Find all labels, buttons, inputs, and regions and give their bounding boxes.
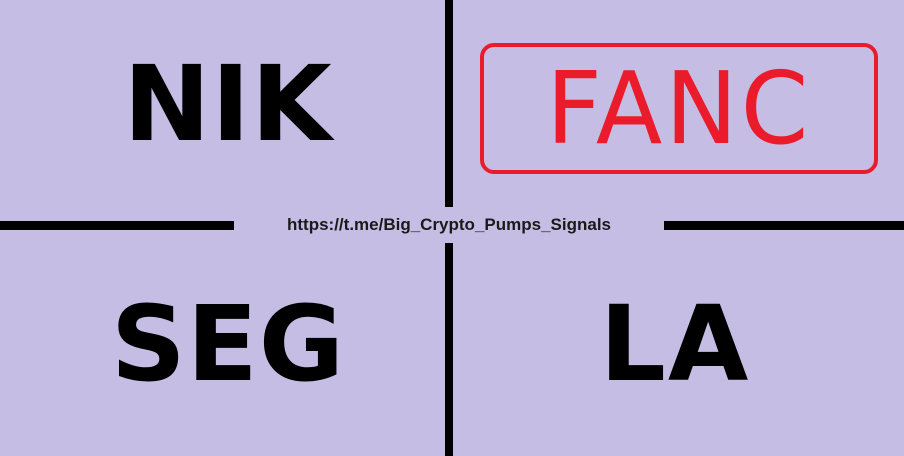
- canvas: NIK FANC https://t.me/Big_Crypto_Pumps_S…: [0, 0, 904, 456]
- horizontal-divider-right: [664, 221, 904, 230]
- top-left-label: NIK: [123, 43, 333, 165]
- vertical-divider-top: [445, 0, 453, 207]
- vertical-divider-bottom: [445, 243, 453, 456]
- center-link[interactable]: https://t.me/Big_Crypto_Pumps_Signals: [234, 213, 664, 237]
- horizontal-divider-left: [0, 221, 234, 230]
- bottom-left-label: SEG: [110, 283, 346, 405]
- top-right-stamp-box: FANC: [480, 43, 878, 174]
- top-right-label: FANC: [546, 49, 812, 167]
- bottom-right-label: LA: [599, 283, 751, 405]
